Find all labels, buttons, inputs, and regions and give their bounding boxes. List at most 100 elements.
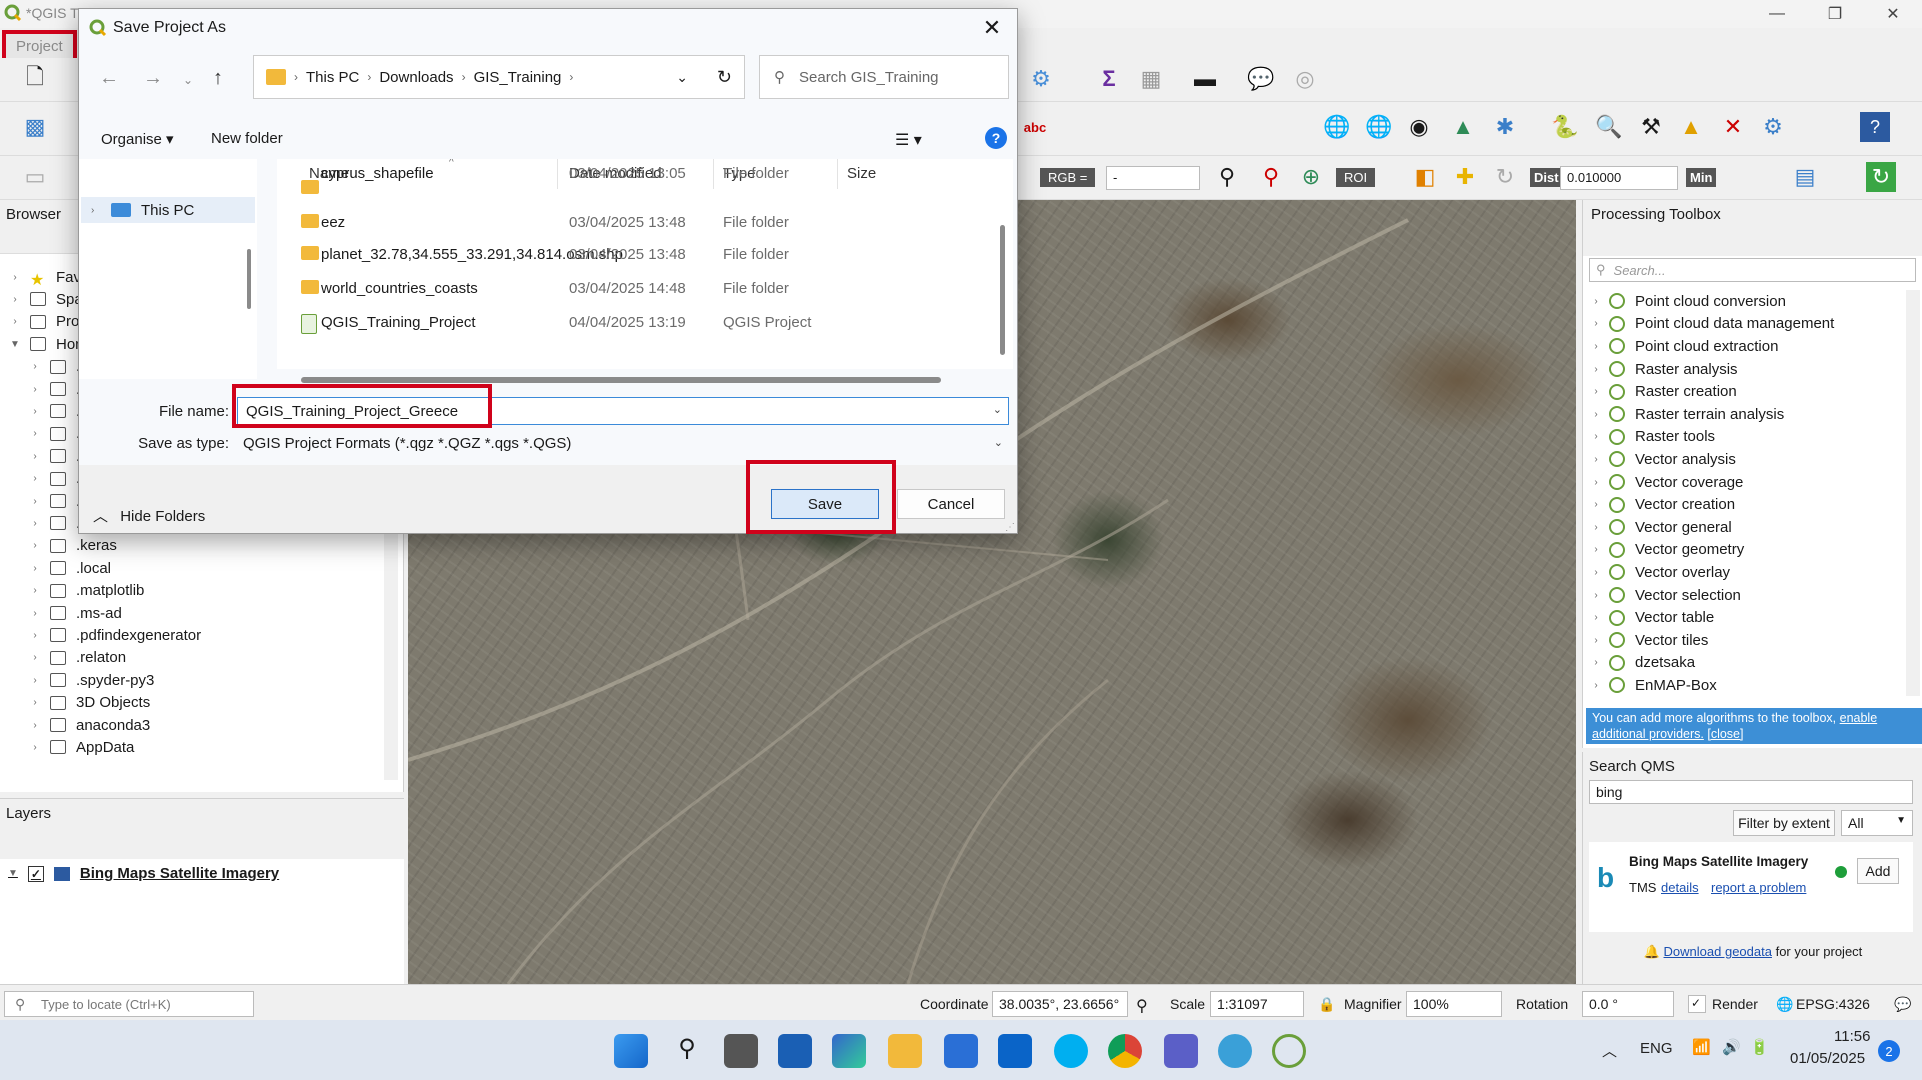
chevron-right-icon[interactable]: › xyxy=(20,630,50,641)
browser-item[interactable]: ▼ Hon xyxy=(0,333,83,355)
breadcrumb-this-pc[interactable]: This PC xyxy=(306,69,359,86)
close-info-link[interactable]: [close] xyxy=(1707,727,1743,741)
file-row[interactable]: eez 03/04/2025 13:48 File folder xyxy=(277,207,1013,239)
chevron-down-icon[interactable]: ⌄ xyxy=(993,403,1002,416)
cross-tool-icon[interactable]: ✱ xyxy=(1490,112,1520,142)
browser-item[interactable]: › 3D Objects xyxy=(20,692,150,714)
select-icon[interactable]: ▭ xyxy=(20,162,50,192)
chevron-right-icon[interactable]: › xyxy=(1583,341,1609,352)
qms-search-input[interactable]: bing xyxy=(1589,780,1913,804)
help-icon[interactable]: ? xyxy=(985,127,1007,149)
new-project-icon[interactable]: 🗋 xyxy=(20,64,50,94)
qms-add-button[interactable]: Add xyxy=(1857,858,1899,884)
file-row[interactable]: world_countries_coasts 03/04/2025 14:48 Fi… xyxy=(277,273,1013,305)
processing-settings-icon[interactable]: ⚙ xyxy=(1026,64,1056,94)
toolbox-provider-item[interactable]: › Vector table xyxy=(1583,606,1905,629)
browser-item[interactable]: › .relaton xyxy=(20,647,126,669)
chevron-right-icon[interactable]: › xyxy=(20,585,50,596)
dist-input[interactable]: 0.010000 xyxy=(1560,166,1678,190)
toolbox-provider-item[interactable]: › Vector overlay xyxy=(1583,561,1905,584)
rotation-field[interactable]: 0.0 ° xyxy=(1582,991,1674,1017)
chevron-right-icon[interactable]: › xyxy=(20,652,50,663)
chevron-right-icon[interactable]: › xyxy=(0,294,30,305)
toolbox-provider-item[interactable]: › Point cloud data management xyxy=(1583,313,1905,336)
chevron-right-icon[interactable]: › xyxy=(0,272,30,283)
chevron-right-icon[interactable]: › xyxy=(1583,386,1609,397)
browser-item[interactable]: › .keras xyxy=(20,535,117,557)
browser-item[interactable]: › .spyder-py3 xyxy=(20,669,154,691)
chevron-right-icon[interactable]: › xyxy=(20,608,50,619)
toolbox-provider-item[interactable]: › Raster tools xyxy=(1583,426,1905,449)
python-console-icon[interactable]: 🐍 xyxy=(1550,112,1580,142)
add-roi-icon[interactable]: ✚ xyxy=(1450,162,1480,192)
breadcrumb-downloads[interactable]: Downloads xyxy=(379,69,453,86)
browser-item[interactable]: ›.i xyxy=(20,468,83,490)
layer-name[interactable]: Bing Maps Satellite Imagery xyxy=(80,865,279,882)
scale-field[interactable]: 1:31097 xyxy=(1210,991,1304,1017)
crs-button[interactable]: EPSG:4326 xyxy=(1796,996,1870,1012)
expand-icon[interactable]: ▼ xyxy=(8,868,18,879)
hide-folders-button[interactable]: ︿ Hide Folders xyxy=(93,505,205,526)
browser-item[interactable]: › ★ Favo xyxy=(0,266,89,290)
toolbox-provider-item[interactable]: › Point cloud conversion xyxy=(1583,290,1905,313)
chevron-right-icon[interactable]: › xyxy=(1583,680,1609,691)
zoom-tool-icon[interactable]: 🔍 xyxy=(1594,112,1624,142)
rgb-select[interactable]: - xyxy=(1106,166,1200,190)
browser-item[interactable]: › Spat xyxy=(0,288,87,310)
edge-icon[interactable] xyxy=(832,1034,866,1068)
notification-badge[interactable]: 2 xyxy=(1878,1040,1900,1062)
chevron-right-icon[interactable]: › xyxy=(0,316,30,327)
tools-icon[interactable]: ⚒ xyxy=(1636,112,1666,142)
qgis-taskbar-icon[interactable] xyxy=(1272,1034,1306,1068)
volume-icon[interactable]: 🔊 xyxy=(1722,1038,1741,1056)
recent-locations-icon[interactable]: ⌄ xyxy=(183,73,193,87)
dialog-close-button[interactable]: ✕ xyxy=(977,15,1007,41)
attribute-table-icon[interactable]: ▦ xyxy=(1136,64,1166,94)
browser-item[interactable]: › .ms-ad xyxy=(20,602,122,624)
render-checkbox[interactable]: ✓ xyxy=(1688,995,1706,1013)
store-icon[interactable] xyxy=(944,1034,978,1068)
dialog-search-input[interactable]: ⚲ Search GIS_Training xyxy=(759,55,1009,99)
nav-item-this-pc[interactable]: › This PC xyxy=(81,197,255,223)
refresh-icon[interactable]: ↻ xyxy=(717,67,732,88)
filter-by-extent-button[interactable]: Filter by extent xyxy=(1733,810,1835,836)
chevron-right-icon[interactable]: › xyxy=(1583,522,1609,533)
file-name-input[interactable]: QGIS_Training_Project_Greece ⌄ xyxy=(237,397,1009,425)
chevron-down-icon[interactable]: ▼ xyxy=(0,339,30,350)
address-dropdown-icon[interactable]: ⌄ xyxy=(676,69,688,86)
chevron-right-icon[interactable]: › xyxy=(1583,657,1609,668)
toolbox-provider-item[interactable]: › Vector coverage xyxy=(1583,471,1905,494)
start-windows-icon[interactable] xyxy=(614,1034,648,1068)
pointer-icon[interactable]: ✕ xyxy=(1718,112,1748,142)
chevron-right-icon[interactable]: › xyxy=(1583,567,1609,578)
toolbox-scrollbar[interactable] xyxy=(1906,290,1920,696)
help-icon[interactable]: ? xyxy=(1860,112,1890,142)
nav-scrollbar[interactable] xyxy=(247,249,251,309)
toolbox-provider-item[interactable]: › dzetsaka xyxy=(1583,652,1905,675)
refresh-roi-icon[interactable]: ↻ xyxy=(1490,162,1520,192)
skype-icon[interactable] xyxy=(1054,1034,1088,1068)
toolbox-provider-item[interactable]: › Raster analysis xyxy=(1583,358,1905,381)
restore-button[interactable]: ❐ xyxy=(1806,0,1864,28)
layer-item[interactable]: ▼ ✓ Bing Maps Satellite Imagery xyxy=(8,865,279,882)
chevron-right-icon[interactable]: › xyxy=(20,361,50,372)
task-view-icon[interactable] xyxy=(724,1034,758,1068)
additional-providers-link[interactable]: additional providers. xyxy=(1592,727,1704,741)
toolbox-provider-item[interactable]: › Vector creation xyxy=(1583,493,1905,516)
data-source-manager-icon[interactable]: ▩ xyxy=(20,112,50,142)
toolbox-provider-item[interactable]: › Point cloud extraction xyxy=(1583,335,1905,358)
toolbox-provider-item[interactable]: › Vector selection xyxy=(1583,584,1905,607)
browser-item[interactable]: › .local xyxy=(20,557,111,579)
organise-button[interactable]: Organise ▾ xyxy=(101,130,174,148)
qgis-desktop-icon[interactable] xyxy=(1218,1034,1252,1068)
save-button[interactable]: Save xyxy=(771,489,879,519)
language-indicator[interactable]: ENG xyxy=(1640,1040,1673,1057)
address-bar[interactable]: › This PC › Downloads › GIS_Training › ⌄… xyxy=(253,55,745,99)
chevron-right-icon[interactable]: › xyxy=(20,675,50,686)
widgets-icon[interactable] xyxy=(778,1034,812,1068)
browser-item[interactable]: › Proj xyxy=(0,311,82,333)
chevron-right-icon[interactable]: › xyxy=(1583,296,1609,307)
settings-gear-icon[interactable]: ⚙ xyxy=(1758,112,1788,142)
statistics-sigma-icon[interactable]: Σ xyxy=(1094,64,1124,94)
toolbox-provider-item[interactable]: › Raster creation xyxy=(1583,380,1905,403)
